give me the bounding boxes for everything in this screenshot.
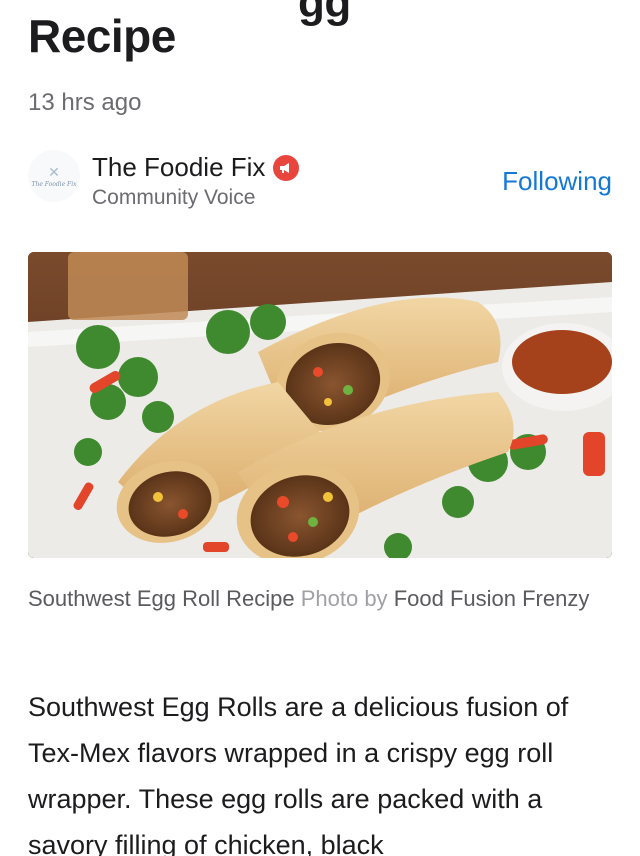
article-title-block: gg Recipe bbox=[28, 0, 612, 62]
caption-credit: Food Fusion Frenzy bbox=[393, 586, 590, 611]
author-row: ✕ The Foodie Fix The Foodie Fix Communit… bbox=[28, 148, 612, 220]
whisk-icon: ✕ bbox=[48, 163, 60, 180]
megaphone-icon bbox=[273, 154, 300, 181]
author-name[interactable]: The Foodie Fix bbox=[92, 152, 300, 183]
caption-text: Southwest Egg Roll Recipe bbox=[28, 586, 295, 611]
article-body-paragraph: Southwest Egg Rolls are a delicious fusi… bbox=[28, 692, 569, 856]
caption-photo-by: Photo by bbox=[300, 586, 388, 611]
publish-time: 13 hrs ago bbox=[28, 89, 142, 116]
following-button[interactable]: Following bbox=[502, 166, 612, 197]
author-subtitle: Community Voice bbox=[92, 186, 256, 209]
author-avatar[interactable]: ✕ The Foodie Fix bbox=[28, 150, 80, 202]
egg-rolls-illustration bbox=[28, 252, 612, 558]
egg-rolls-photo bbox=[28, 252, 612, 558]
author-name-label: The Foodie Fix bbox=[92, 152, 266, 182]
article-title: Recipe bbox=[28, 10, 176, 62]
photo-caption: Southwest Egg Roll Recipe Photo by Food … bbox=[28, 582, 612, 616]
article-title-cut-line: gg bbox=[298, 0, 351, 27]
avatar-logo-text: The Foodie Fix bbox=[31, 180, 77, 188]
